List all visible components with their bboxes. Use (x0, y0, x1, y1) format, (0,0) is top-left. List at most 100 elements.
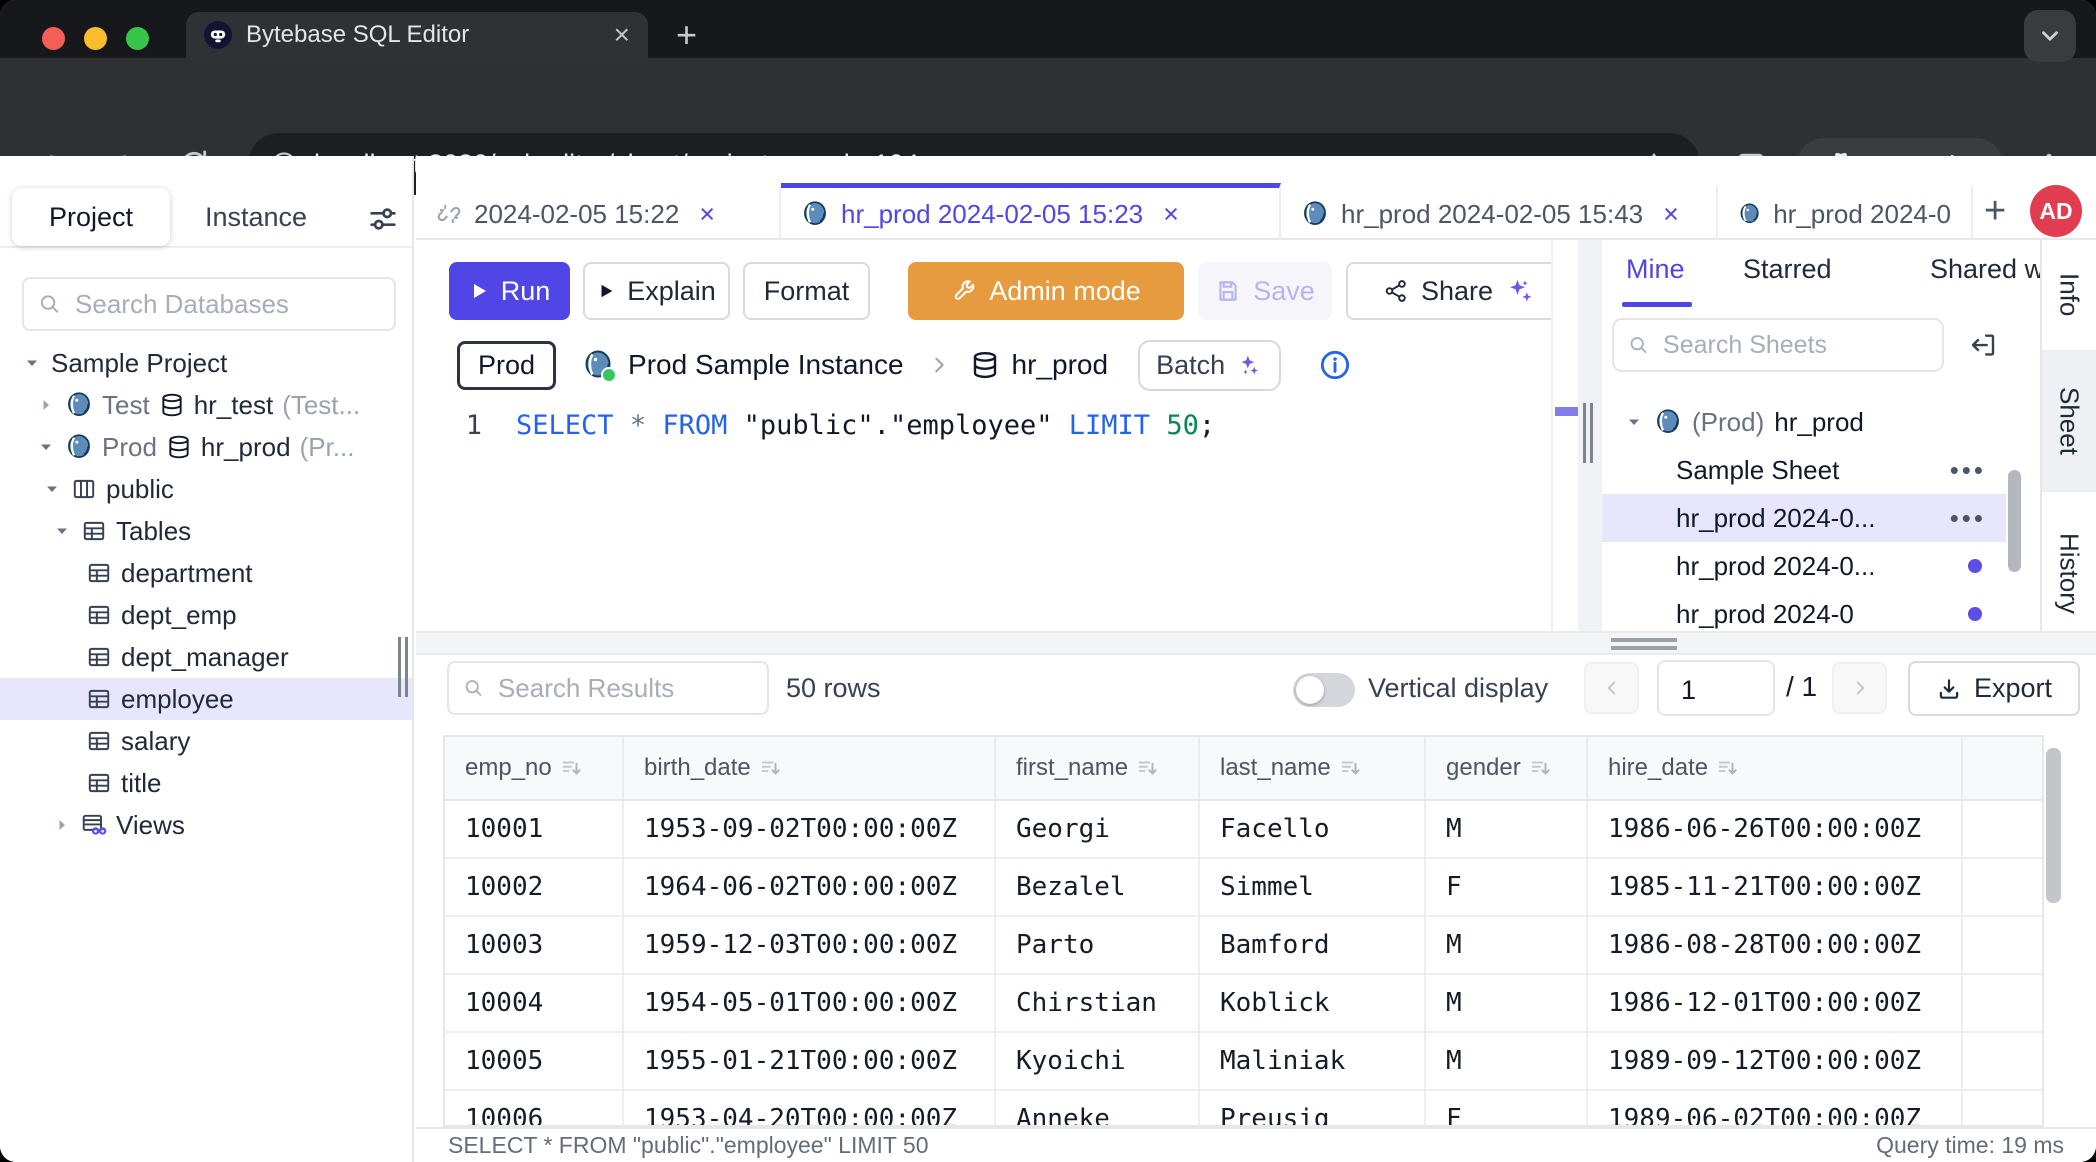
more-menu-icon[interactable]: ••• (1950, 455, 1986, 486)
run-button[interactable]: Run (449, 262, 570, 320)
results-search-input[interactable] (447, 661, 769, 715)
table-row[interactable]: 100051955-01-21T00:00:00ZKyoichiMaliniak… (445, 1033, 2042, 1091)
page-number-field[interactable] (1679, 674, 1773, 707)
info-icon[interactable] (1319, 349, 1351, 381)
close-icon[interactable]: × (1663, 199, 1679, 230)
explain-button[interactable]: Explain (583, 262, 730, 320)
save-label: Save (1253, 276, 1315, 307)
sort-icon[interactable] (1339, 757, 1361, 779)
vertical-display-toggle[interactable] (1293, 673, 1355, 707)
sheet-group-row[interactable]: (Prod) hr_prod (1602, 398, 2006, 446)
table-row[interactable]: 100021964-06-02T00:00:00ZBezalelSimmelF1… (445, 859, 2042, 917)
sheet-tab-4[interactable]: hr_prod 2024-0 (1718, 183, 1973, 240)
tab-shared[interactable]: Shared w (1930, 254, 2040, 285)
rail-tab-info[interactable]: Info (2042, 240, 2096, 352)
browser-new-tab-button[interactable]: + (676, 18, 697, 52)
sheet-search-field[interactable] (1661, 330, 1928, 361)
sort-icon[interactable] (560, 757, 582, 779)
sheet-item-sample[interactable]: Sample Sheet ••• (1602, 446, 2006, 494)
column-header[interactable]: first_name (996, 737, 1200, 799)
horizontal-drag-handle[interactable] (1611, 638, 1677, 654)
rail-tab-sheet[interactable]: Sheet (2042, 352, 2096, 492)
filter-settings-icon[interactable] (366, 202, 400, 236)
sheet-tab-3[interactable]: hr_prod 2024-02-05 15:43 × (1281, 183, 1718, 240)
table-row[interactable]: 100011953-09-02T00:00:00ZGeorgiFacelloM1… (445, 801, 2042, 859)
sort-icon[interactable] (1529, 757, 1551, 779)
tree-item-table-department[interactable]: department (0, 552, 412, 594)
vertical-drag-handle[interactable] (1583, 403, 1593, 463)
tree-item-table-title[interactable]: title (0, 762, 412, 804)
sheet-tab-1[interactable]: 2024-02-05 15:22 × (416, 183, 781, 240)
sheet-search-input[interactable] (1612, 318, 1944, 372)
database-suffix: (Test... (282, 390, 360, 421)
format-button[interactable]: Format (743, 262, 870, 320)
close-icon[interactable]: × (699, 199, 715, 230)
sort-icon[interactable] (759, 757, 781, 779)
sort-icon[interactable] (1136, 757, 1158, 779)
tree-item-schema-public[interactable]: public (0, 468, 412, 510)
add-sheet-button[interactable]: + (1984, 196, 2006, 226)
tab-mine[interactable]: Mine (1626, 254, 1685, 285)
tree-item-database-test[interactable]: Test hr_test (Test... (0, 384, 412, 426)
close-icon[interactable]: × (1163, 199, 1179, 230)
table-row[interactable]: 100041954-05-01T00:00:00ZChirstianKoblic… (445, 975, 2042, 1033)
user-avatar[interactable]: AD (2030, 185, 2082, 237)
tree-item-table-dept-manager[interactable]: dept_manager (0, 636, 412, 678)
column-header[interactable]: birth_date (624, 737, 996, 799)
save-button[interactable]: Save (1198, 262, 1332, 320)
column-header[interactable]: emp_no (445, 737, 624, 799)
sheet-tab-2-active[interactable]: hr_prod 2024-02-05 15:23 × (781, 183, 1281, 240)
table-cell: Bamford (1200, 917, 1426, 973)
tree-item-table-dept-emp[interactable]: dept_emp (0, 594, 412, 636)
table-cell: 1989-09-12T00:00:00Z (1588, 1033, 1963, 1089)
tab-project[interactable]: Project (12, 188, 170, 246)
database-name[interactable]: hr_prod (1012, 349, 1109, 381)
share-button[interactable]: Share (1346, 262, 1572, 320)
tree-item-table-salary[interactable]: salary (0, 720, 412, 762)
table-row[interactable]: 100031959-12-03T00:00:00ZPartoBamfordM19… (445, 917, 2042, 975)
sort-icon[interactable] (1716, 757, 1738, 779)
column-header[interactable]: hire_date (1588, 737, 1963, 799)
traffic-minimize-button[interactable] (84, 27, 107, 50)
horizontal-splitter[interactable] (416, 631, 2096, 655)
sidebar-resize-handle[interactable] (398, 637, 408, 697)
sheet-item-selected[interactable]: hr_prod 2024-0... ••• (1602, 494, 2006, 542)
tree-item-views-group[interactable]: Views (0, 804, 412, 846)
prev-page-button[interactable] (1584, 662, 1639, 714)
traffic-close-button[interactable] (42, 27, 65, 50)
tree-item-tables-group[interactable]: Tables (0, 510, 412, 552)
tab-starred[interactable]: Starred (1743, 254, 1832, 285)
export-button[interactable]: Export (1908, 661, 2080, 716)
traffic-zoom-button[interactable] (126, 27, 149, 50)
database-search-input[interactable] (22, 277, 396, 331)
unlink-icon (436, 201, 462, 227)
import-sheet-icon[interactable] (1968, 330, 1998, 360)
tree-item-project[interactable]: Sample Project (0, 342, 412, 384)
browser-tab[interactable]: Bytebase SQL Editor × (186, 12, 648, 58)
column-header[interactable]: gender (1426, 737, 1588, 799)
tree-item-table-employee[interactable]: employee (0, 678, 412, 720)
editor-minimap[interactable] (1551, 240, 1578, 631)
more-menu-icon[interactable]: ••• (1950, 503, 1986, 534)
tab-search-button[interactable] (2024, 10, 2076, 62)
page-number-input[interactable] (1657, 660, 1775, 716)
sheet-scrollbar-thumb[interactable] (2008, 470, 2021, 572)
table-scrollbar-thumb[interactable] (2046, 748, 2061, 903)
instance-name[interactable]: Prod Sample Instance (628, 349, 904, 381)
tree-item-database-prod[interactable]: Prod hr_prod (Pr... (0, 426, 412, 468)
batch-button[interactable]: Batch (1138, 340, 1281, 391)
sheet-item-unsaved[interactable]: hr_prod 2024-0 (1602, 590, 2006, 631)
database-search-field[interactable] (73, 288, 380, 321)
sheet-item-unsaved[interactable]: hr_prod 2024-0... (1602, 542, 2006, 590)
sql-line[interactable]: 1 SELECT * FROM "public"."employee" LIMI… (416, 410, 1215, 441)
results-search-field[interactable] (496, 672, 753, 705)
table-row[interactable]: 100061953-04-20T00:00:00ZAnnekePreusigF1… (445, 1091, 2042, 1127)
admin-mode-button[interactable]: Admin mode (908, 262, 1184, 320)
tab-instance[interactable]: Instance (186, 188, 326, 246)
column-header[interactable]: last_name (1200, 737, 1426, 799)
panel-resize-gutter[interactable] (1578, 240, 1602, 631)
sql-token: FROM (662, 410, 727, 441)
next-page-button[interactable] (1832, 662, 1887, 714)
browser-tab-close-icon[interactable]: × (614, 19, 630, 51)
environment-chip[interactable]: Prod (457, 341, 556, 390)
